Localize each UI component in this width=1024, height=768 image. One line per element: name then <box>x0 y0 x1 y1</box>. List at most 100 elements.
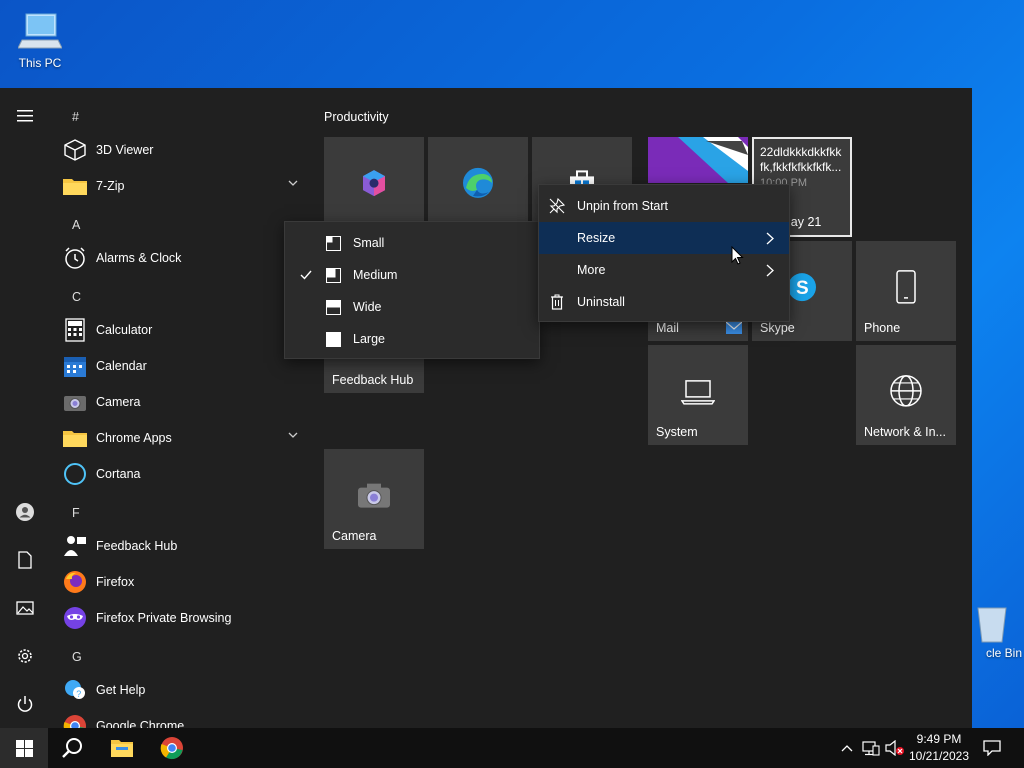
network-icon <box>862 740 880 756</box>
user-icon <box>16 503 34 521</box>
app-item-camera[interactable]: Camera <box>62 384 312 420</box>
section-header-c[interactable]: C <box>72 290 81 304</box>
notification-icon <box>983 740 1001 756</box>
app-item-3d-viewer[interactable]: 3D Viewer <box>62 132 312 168</box>
app-label: 3D Viewer <box>96 143 154 157</box>
resize-small-item[interactable]: Small <box>285 227 539 259</box>
section-header-a[interactable]: A <box>72 218 80 232</box>
tile-label: Feedback Hub <box>332 373 414 387</box>
pictures-button[interactable] <box>0 588 50 628</box>
app-label: Alarms & Clock <box>96 251 182 265</box>
tile-label: lay 21 <box>788 215 822 229</box>
app-label: Chrome Apps <box>96 431 172 445</box>
app-label: Calculator <box>96 323 153 337</box>
skype-icon: S <box>788 273 816 302</box>
section-header-g[interactable]: G <box>72 650 82 664</box>
app-item-google-chrome[interactable]: Google Chrome <box>62 708 312 728</box>
app-label: Calendar <box>96 359 147 373</box>
chevron-down-icon[interactable] <box>288 180 298 186</box>
this-pc-desktop-icon[interactable]: This PC <box>2 10 78 70</box>
trash-icon <box>551 294 563 310</box>
clock-button[interactable]: 9:49 PM 10/21/2023 <box>906 728 972 768</box>
tile-network[interactable]: Network & In... <box>856 345 956 445</box>
chevron-down-icon[interactable] <box>288 432 298 438</box>
start-menu: # 3D Viewer 7-Zip A Alarms & Clock C Cal… <box>0 88 972 728</box>
search-icon <box>62 738 82 758</box>
search-button[interactable] <box>48 728 96 768</box>
app-label: Firefox Private Browsing <box>96 611 232 625</box>
app-label: Cortana <box>96 467 141 481</box>
taskbar-time: 9:49 PM <box>916 732 962 746</box>
recycle-bin-icon <box>977 607 1007 643</box>
show-hidden-icons-button[interactable] <box>836 728 858 768</box>
app-item-feedback-hub[interactable]: Feedback Hub <box>62 528 312 564</box>
app-item-firefox-private[interactable]: Firefox Private Browsing <box>62 600 312 636</box>
app-item-7-zip[interactable]: 7-Zip <box>62 168 312 204</box>
cortana-icon <box>62 461 88 487</box>
user-account-button[interactable] <box>0 492 50 532</box>
expand-menu-button[interactable] <box>0 96 50 136</box>
tile-label: System <box>656 425 698 439</box>
size-large-icon <box>326 331 341 347</box>
app-label: 7-Zip <box>96 179 125 193</box>
documents-button[interactable] <box>0 540 50 580</box>
calculator-icon <box>62 317 88 343</box>
app-item-calculator[interactable]: Calculator <box>62 312 312 348</box>
hamburger-icon <box>17 110 33 122</box>
more-item[interactable]: More <box>539 254 789 286</box>
tile-label: Network & In... <box>864 425 946 439</box>
start-button[interactable] <box>0 728 48 768</box>
resize-medium-item[interactable]: Medium <box>285 259 539 291</box>
app-label: Get Help <box>96 683 146 697</box>
camera-icon <box>62 389 88 415</box>
uninstall-item[interactable]: Uninstall <box>539 286 789 318</box>
chevron-right-icon <box>766 232 774 244</box>
app-list[interactable]: # 3D Viewer 7-Zip A Alarms & Clock C Cal… <box>50 88 312 728</box>
tile-phone[interactable]: Phone <box>856 241 956 341</box>
app-item-alarms-clock[interactable]: Alarms & Clock <box>62 240 312 276</box>
menu-item-label: Unpin from Start <box>577 199 669 213</box>
unpin-from-start-item[interactable]: Unpin from Start <box>539 190 789 222</box>
gear-icon <box>18 649 32 663</box>
section-header-f[interactable]: F <box>72 506 80 520</box>
app-item-firefox[interactable]: Firefox <box>62 564 312 600</box>
tile-photo[interactable] <box>648 137 748 183</box>
picture-icon <box>16 601 34 615</box>
menu-item-label: Uninstall <box>577 295 625 309</box>
recycle-bin-label: cle Bin <box>985 646 1023 660</box>
network-tray-button[interactable] <box>860 728 882 768</box>
menu-item-label: Small <box>353 236 385 250</box>
cube-icon <box>62 137 88 163</box>
camera-icon <box>358 483 390 508</box>
app-label: Google Chrome <box>96 719 185 728</box>
section-header-hash[interactable]: # <box>72 110 79 124</box>
file-explorer-button[interactable] <box>98 728 146 768</box>
tile-label: Phone <box>864 321 901 335</box>
resize-item[interactable]: Resize <box>539 222 789 254</box>
power-button[interactable] <box>0 684 50 724</box>
menu-item-label: Medium <box>353 268 398 282</box>
tile-label: Mail <box>656 321 679 335</box>
app-item-cortana[interactable]: Cortana <box>62 456 312 492</box>
tile-system[interactable]: System <box>648 345 748 445</box>
photo-icon <box>678 137 748 183</box>
clock-icon <box>62 245 88 271</box>
chrome-taskbar-button[interactable] <box>148 728 196 768</box>
taskbar: 9:49 PM 10/21/2023 <box>0 728 1024 768</box>
office-icon <box>363 170 385 197</box>
document-icon <box>18 551 32 569</box>
settings-button[interactable] <box>0 636 50 676</box>
tile-group-title[interactable]: Productivity <box>324 110 389 124</box>
resize-large-item[interactable]: Large <box>285 323 539 355</box>
volume-tray-button[interactable] <box>884 728 906 768</box>
tile-camera[interactable]: Camera <box>324 449 424 549</box>
app-item-get-help[interactable]: ? Get Help <box>62 672 312 708</box>
app-label: Feedback Hub <box>96 539 178 553</box>
phone-icon <box>896 270 916 304</box>
action-center-button[interactable] <box>974 728 1010 768</box>
menu-item-label: Resize <box>577 231 616 245</box>
app-item-chrome-apps[interactable]: Chrome Apps <box>62 420 312 456</box>
resize-wide-item[interactable]: Wide <box>285 291 539 323</box>
size-medium-icon <box>326 267 341 283</box>
app-item-calendar[interactable]: Calendar <box>62 348 312 384</box>
